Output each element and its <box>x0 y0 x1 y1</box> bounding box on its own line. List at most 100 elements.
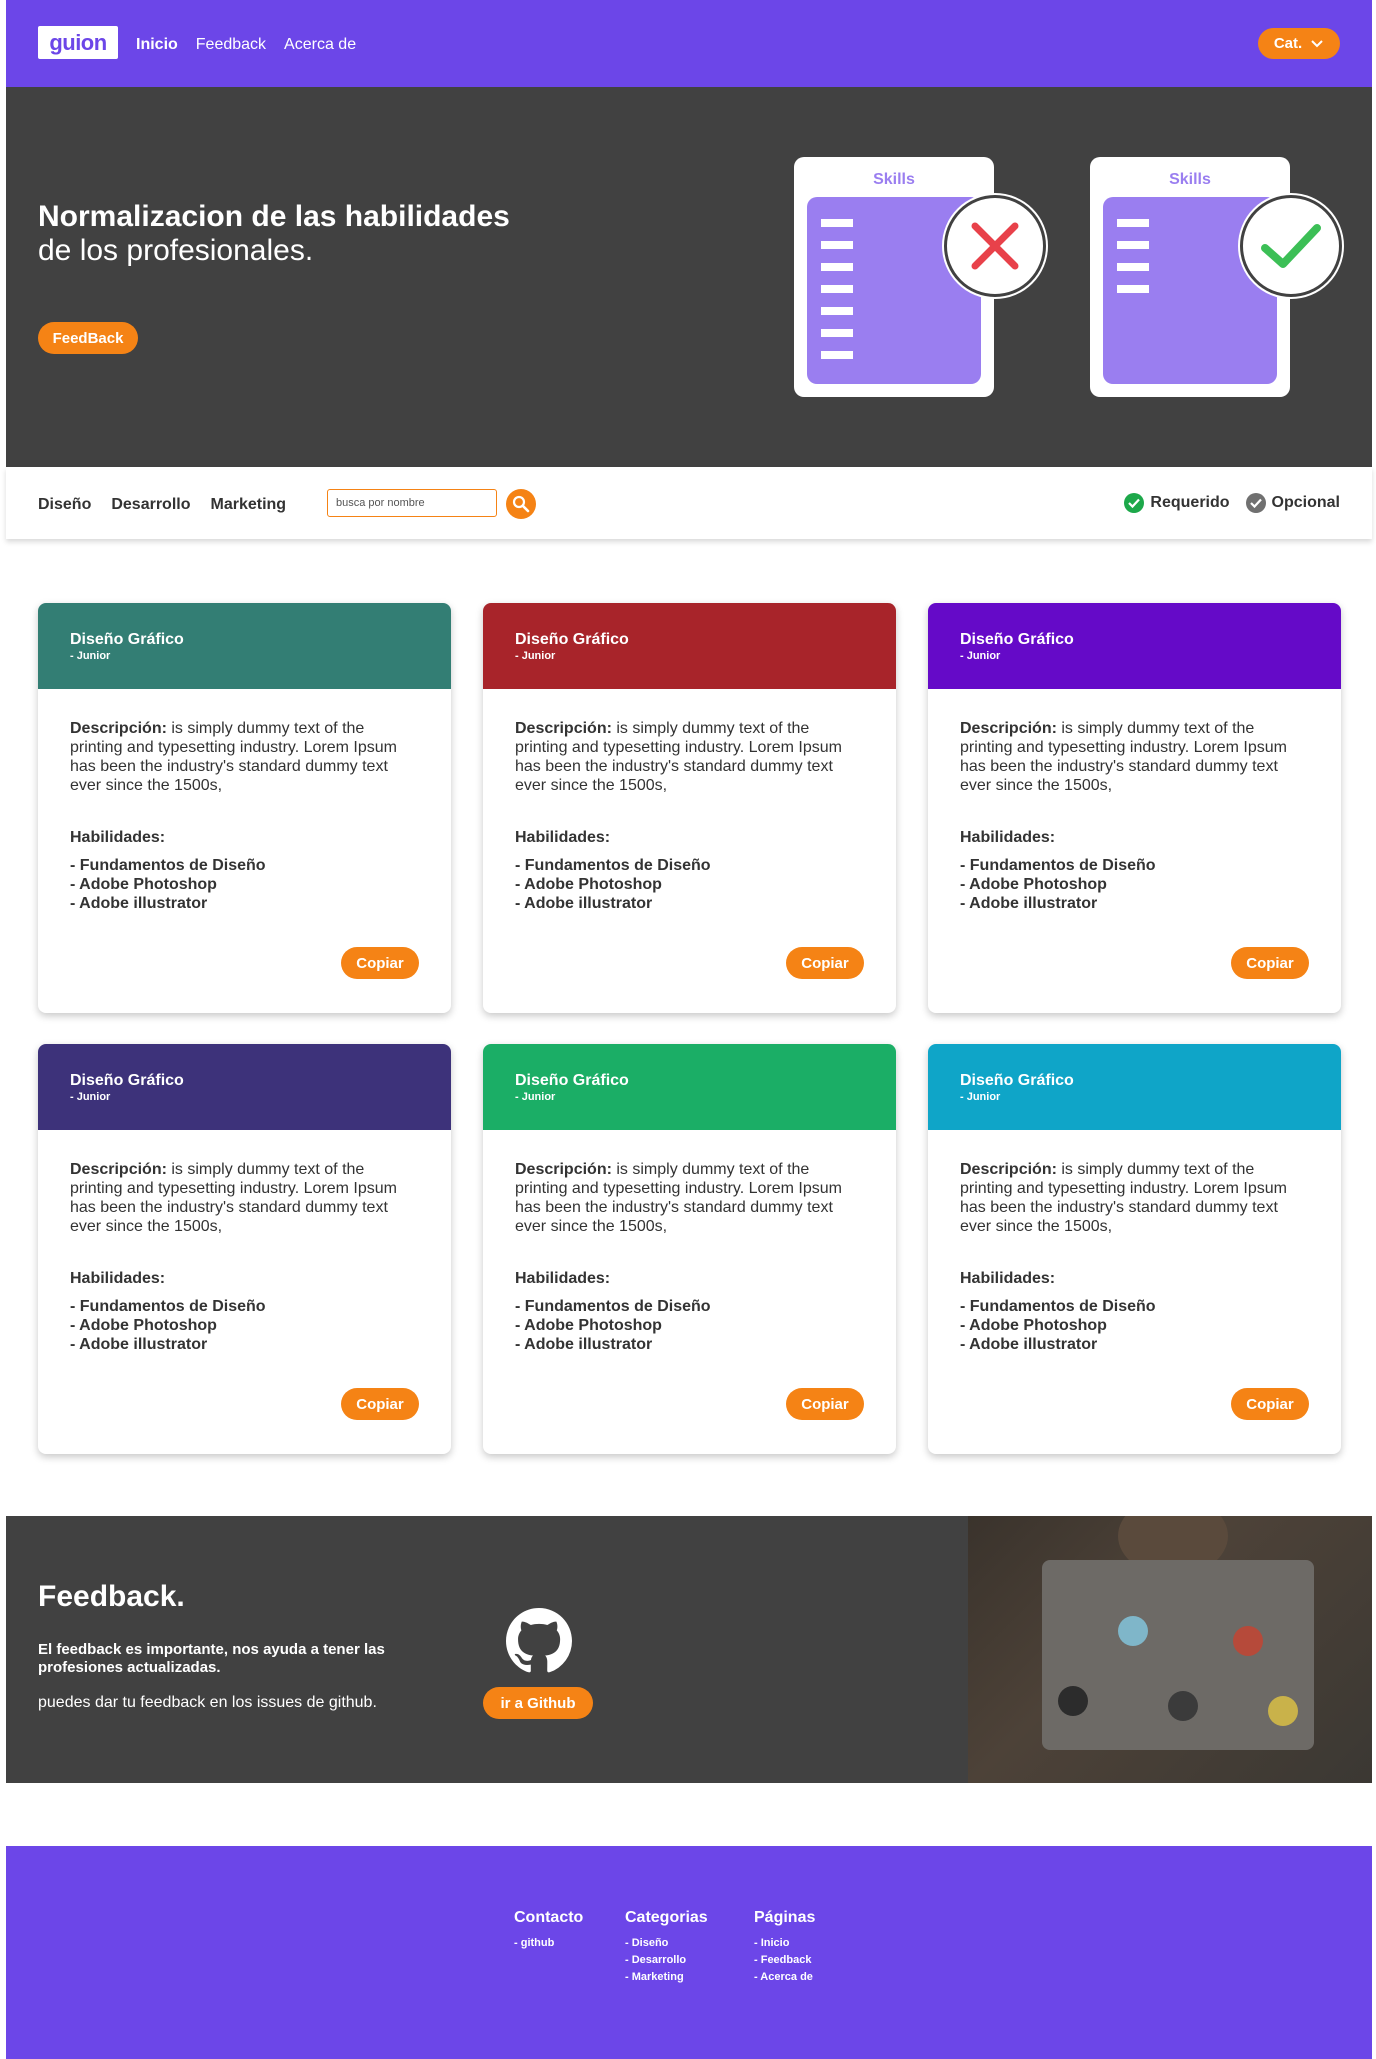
card-skills-list: - Fundamentos de Diseño - Adobe Photoshop… <box>70 856 419 913</box>
footer-heading: Páginas <box>754 1909 816 1926</box>
main-nav: Inicio Feedback Acerca de <box>136 36 356 54</box>
nav-feedback[interactable]: Feedback <box>196 36 266 54</box>
category-dropdown-button[interactable]: Cat. <box>1258 28 1340 59</box>
card-level: - Junior <box>960 1091 1001 1103</box>
footer: Contacto - github Categorias - Diseño - … <box>6 1846 1372 2059</box>
profession-card: Diseño Gráfico - Junior Descripción: is … <box>928 603 1341 1013</box>
skill-item: - Fundamentos de Diseño <box>960 1298 1156 1315</box>
profession-card: Diseño Gráfico - Junior Descripción: is … <box>38 603 451 1013</box>
copy-button[interactable]: Copiar <box>341 1388 419 1420</box>
filter-diseno[interactable]: Diseño <box>38 496 91 514</box>
card-description: Descripción: is simply dummy text of the… <box>70 1160 419 1236</box>
card-skills-label: Habilidades: <box>515 1270 611 1287</box>
footer-link-github[interactable]: - github <box>514 1935 583 1952</box>
card-description: Descripción: is simply dummy text of the… <box>515 1160 864 1236</box>
footer-col-contacto: Contacto - github <box>514 1909 583 1952</box>
skill-item: - Adobe Photoshop <box>960 1317 1107 1334</box>
nav-acerca-de[interactable]: Acerca de <box>284 36 356 54</box>
copy-button[interactable]: Copiar <box>1231 1388 1309 1420</box>
card-header: Diseño Gráfico - Junior <box>38 603 451 689</box>
search-input[interactable] <box>327 489 497 517</box>
skill-item: - Fundamentos de Diseño <box>515 1298 711 1315</box>
logo[interactable]: guion <box>38 26 118 59</box>
card-level: - Junior <box>960 650 1001 662</box>
profession-cards-grid: Diseño Gráfico - Junior Descripción: is … <box>38 603 1342 1454</box>
skill-item: - Adobe Photoshop <box>70 876 217 893</box>
card-header: Diseño Gráfico - Junior <box>928 603 1341 689</box>
github-button[interactable]: ir a Github <box>483 1687 593 1719</box>
laptop-photo <box>968 1516 1372 1783</box>
card-title: Diseño Gráfico <box>515 631 629 648</box>
profession-card: Diseño Gráfico - Junior Descripción: is … <box>483 603 896 1013</box>
card-header: Diseño Gráfico - Junior <box>483 1044 896 1130</box>
card-skills-label: Habilidades: <box>960 1270 1056 1287</box>
category-filters: Diseño Desarrollo Marketing <box>38 496 286 514</box>
check-circle-green-icon <box>1124 493 1145 513</box>
skill-item: - Adobe Photoshop <box>960 876 1107 893</box>
card-skills-list: - Fundamentos de Diseño - Adobe Photoshop… <box>960 856 1309 913</box>
card-description: Descripción: is simply dummy text of the… <box>515 719 864 795</box>
footer-link-marketing[interactable]: - Marketing <box>625 1969 708 1986</box>
skill-legend: Requerido Opcional <box>1124 493 1340 513</box>
profession-card: Diseño Gráfico - Junior Descripción: is … <box>483 1044 896 1454</box>
search-icon <box>512 495 530 513</box>
skills-card-title: Skills <box>873 171 915 188</box>
skill-item: - Adobe illustrator <box>515 1336 653 1353</box>
legend-optional: Opcional <box>1245 493 1340 513</box>
skill-item: - Fundamentos de Diseño <box>70 1298 266 1315</box>
skill-item: - Adobe Photoshop <box>70 1317 217 1334</box>
footer-link-inicio[interactable]: - Inicio <box>754 1935 815 1952</box>
skill-item: - Adobe illustrator <box>70 895 208 912</box>
chevron-down-icon <box>1311 39 1323 47</box>
card-description-label: Descripción: <box>515 720 612 737</box>
hero-feedback-button[interactable]: FeedBack <box>38 322 138 354</box>
card-description-label: Descripción: <box>960 1161 1057 1178</box>
footer-link-feedback[interactable]: - Feedback <box>754 1952 815 1969</box>
card-description: Descripción: is simply dummy text of the… <box>960 719 1309 795</box>
footer-link-desarrollo[interactable]: - Desarrollo <box>625 1952 708 1969</box>
category-label: Cat. <box>1273 35 1303 52</box>
feedback-section: Feedback. El feedback es importante, nos… <box>6 1516 1372 1783</box>
copy-button[interactable]: Copiar <box>786 947 864 979</box>
card-skills-list: - Fundamentos de Diseño - Adobe Photoshop… <box>960 1297 1309 1354</box>
card-description-label: Descripción: <box>960 720 1057 737</box>
card-title: Diseño Gráfico <box>70 631 184 648</box>
hero-section: Normalizacion de las habilidades de los … <box>6 87 1372 467</box>
card-header: Diseño Gráfico - Junior <box>483 603 896 689</box>
feedback-text: El feedback es importante, nos ayuda a t… <box>38 1641 385 1676</box>
copy-button[interactable]: Copiar <box>786 1388 864 1420</box>
feedback-subtext: puedes dar tu feedback en los issues de … <box>38 1694 377 1711</box>
card-body: Descripción: is simply dummy text of the… <box>928 1130 1341 1354</box>
footer-link-acerca-de[interactable]: - Acerca de <box>754 1969 815 1986</box>
check-icon <box>1240 195 1342 297</box>
search-button[interactable] <box>506 489 536 519</box>
skill-item: - Adobe illustrator <box>960 1336 1098 1353</box>
filter-marketing[interactable]: Marketing <box>210 496 286 514</box>
legend-required-label: Requerido <box>1150 494 1230 511</box>
check-circle-gray-icon <box>1245 493 1266 513</box>
card-skills-label: Habilidades: <box>515 829 611 846</box>
card-body: Descripción: is simply dummy text of the… <box>483 689 896 913</box>
top-navbar: guion Inicio Feedback Acerca de Cat. <box>6 0 1372 87</box>
card-description: Descripción: is simply dummy text of the… <box>70 719 419 795</box>
skills-illustration-right: Skills <box>1090 157 1342 397</box>
footer-link-diseno[interactable]: - Diseño <box>625 1935 708 1952</box>
legend-required: Requerido <box>1124 493 1230 513</box>
skill-item: - Fundamentos de Diseño <box>515 857 711 874</box>
card-description-label: Descripción: <box>515 1161 612 1178</box>
skill-item: - Adobe illustrator <box>515 895 653 912</box>
filter-desarrollo[interactable]: Desarrollo <box>111 496 190 514</box>
card-description: Descripción: is simply dummy text of the… <box>960 1160 1309 1236</box>
card-body: Descripción: is simply dummy text of the… <box>483 1130 896 1354</box>
card-description-label: Descripción: <box>70 720 167 737</box>
copy-button[interactable]: Copiar <box>341 947 419 979</box>
card-body: Descripción: is simply dummy text of the… <box>38 689 451 913</box>
skill-item: - Adobe Photoshop <box>515 876 662 893</box>
copy-button[interactable]: Copiar <box>1231 947 1309 979</box>
nav-inicio[interactable]: Inicio <box>136 36 178 54</box>
card-level: - Junior <box>515 650 556 662</box>
skills-illustration-wrong: Skills <box>794 157 1046 397</box>
skill-item: - Fundamentos de Diseño <box>960 857 1156 874</box>
card-title: Diseño Gráfico <box>960 631 1074 648</box>
github-icon <box>506 1608 572 1673</box>
